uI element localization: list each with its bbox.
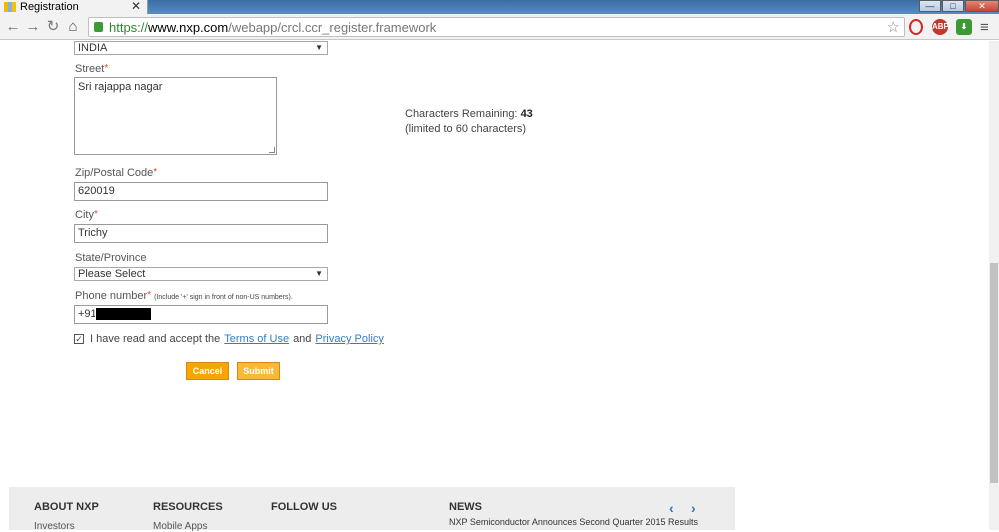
forward-arrow-icon[interactable]: →	[24, 18, 42, 36]
terms-of-use-link[interactable]: Terms of Use	[224, 333, 289, 345]
footer-mobile-apps-link[interactable]: Mobile Apps	[153, 521, 207, 532]
chevron-left-icon[interactable]: ‹	[669, 500, 674, 516]
close-window-button[interactable]: ✕	[965, 0, 999, 12]
chevron-right-icon[interactable]: ›	[691, 500, 696, 516]
street-label-text: Street	[75, 63, 105, 75]
minimize-button[interactable]: —	[919, 0, 941, 12]
resize-grip-icon[interactable]	[269, 147, 275, 153]
scrollbar-thumb[interactable]	[990, 263, 998, 483]
browser-tab[interactable]: Registration ✕	[0, 0, 148, 14]
terms-and: and	[293, 333, 312, 345]
page-scrollbar[interactable]	[989, 41, 999, 530]
required-mark: *	[93, 209, 98, 220]
submit-button[interactable]: Submit	[237, 362, 280, 380]
required-mark: *	[153, 167, 158, 178]
site-footer: ABOUT NXP Investors RESOURCES Mobile App…	[9, 487, 735, 532]
zip-label: Zip/Postal Code*	[75, 167, 157, 179]
city-label-text: City	[75, 209, 94, 221]
footer-about-heading: ABOUT NXP	[34, 501, 99, 513]
url-text[interactable]: https://www.nxp.com/webapp/crcl.ccr_regi…	[109, 20, 436, 35]
city-label: City*	[75, 209, 98, 221]
chars-limit-text: (limited to 60 characters)	[405, 123, 527, 135]
footer-news-heading: NEWS	[449, 501, 482, 513]
state-value: Please Select	[78, 268, 146, 280]
tab-title: Registration	[20, 1, 79, 13]
address-bar[interactable]: https://www.nxp.com/webapp/crcl.ccr_regi…	[88, 17, 905, 37]
required-mark: *	[104, 63, 109, 74]
maximize-button[interactable]: □	[942, 0, 964, 12]
terms-prefix: I have read and accept the	[90, 333, 221, 345]
chevron-down-icon: ▼	[315, 43, 323, 52]
cancel-button[interactable]: Cancel	[186, 362, 229, 380]
extension-icon[interactable]: ⬇	[956, 19, 972, 35]
phone-label-text: Phone number	[75, 290, 148, 302]
tab-close-icon[interactable]: ✕	[131, 0, 141, 13]
zip-input[interactable]: 620019	[74, 182, 328, 201]
state-label: State/Province	[75, 252, 147, 264]
characters-remaining: Characters Remaining: 43 (limited to 60 …	[405, 107, 533, 137]
adblock-extension-icon[interactable]: ABP	[932, 19, 949, 35]
terms-row: ✓ I have read and accept the Terms of Us…	[74, 333, 388, 345]
menu-icon[interactable]: ≡	[980, 19, 989, 36]
footer-follow-heading: FOLLOW US	[271, 501, 337, 513]
zip-label-text: Zip/Postal Code	[75, 167, 154, 179]
url-host: www.nxp.com	[148, 20, 229, 35]
phone-hint: (Include '+' sign in front of non-US num…	[154, 294, 293, 301]
chevron-down-icon: ▼	[315, 269, 323, 278]
street-value: Sri rajappa nagar	[78, 81, 163, 93]
street-textarea[interactable]: Sri rajappa nagar	[74, 77, 277, 155]
url-protocol: https://	[109, 20, 149, 35]
chars-remaining-label: Characters Remaining:	[405, 108, 518, 120]
required-mark: *	[147, 290, 152, 301]
terms-checkbox[interactable]: ✓	[74, 334, 84, 344]
phone-label: Phone number* (Include '+' sign in front…	[75, 290, 293, 302]
browser-toolbar: ← → ↻ ⌂ https://www.nxp.com/webapp/crcl.…	[0, 14, 999, 40]
news-headline-link[interactable]: NXP Semiconductor Announces Second Quart…	[449, 517, 698, 527]
footer-investors-link[interactable]: Investors	[34, 521, 75, 532]
street-label: Street*	[75, 63, 108, 75]
home-icon[interactable]: ⌂	[64, 18, 82, 36]
bookmark-star-icon[interactable]: ☆	[887, 18, 900, 36]
lock-icon	[94, 22, 103, 32]
url-path: /webapp/crcl.ccr_register.framework	[228, 20, 437, 35]
reload-icon[interactable]: ↻	[44, 18, 62, 36]
back-arrow-icon[interactable]: ←	[4, 18, 22, 36]
page-content: INDIA ▼ Street* Sri rajappa nagar Charac…	[0, 41, 989, 532]
city-input[interactable]: Trichy	[74, 224, 328, 243]
opera-extension-icon[interactable]	[909, 19, 923, 35]
privacy-policy-link[interactable]: Privacy Policy	[315, 333, 383, 345]
window-controls: — □ ✕	[918, 0, 999, 12]
footer-resources-heading: RESOURCES	[153, 501, 223, 513]
state-select[interactable]: Please Select ▼	[74, 267, 328, 281]
nxp-favicon-icon	[4, 2, 16, 12]
chars-remaining-count: 43	[520, 108, 533, 120]
redaction-box	[95, 307, 152, 321]
country-value: INDIA	[78, 42, 108, 54]
country-select[interactable]: INDIA ▼	[74, 41, 328, 55]
browser-titlebar: Registration ✕ — □ ✕	[0, 0, 999, 14]
